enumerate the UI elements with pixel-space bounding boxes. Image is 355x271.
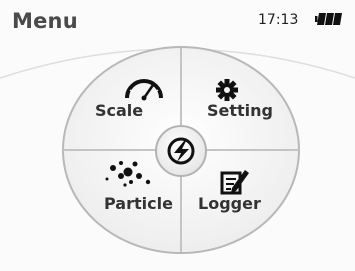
center-power-button[interactable] — [158, 130, 204, 176]
menu-item-setting[interactable] — [184, 55, 292, 147]
menu-item-scale[interactable] — [70, 55, 178, 147]
menu-item-logger[interactable] — [184, 153, 292, 245]
menu-screen: Menu 17:13 Scale Setting Particle Logger — [0, 0, 355, 271]
